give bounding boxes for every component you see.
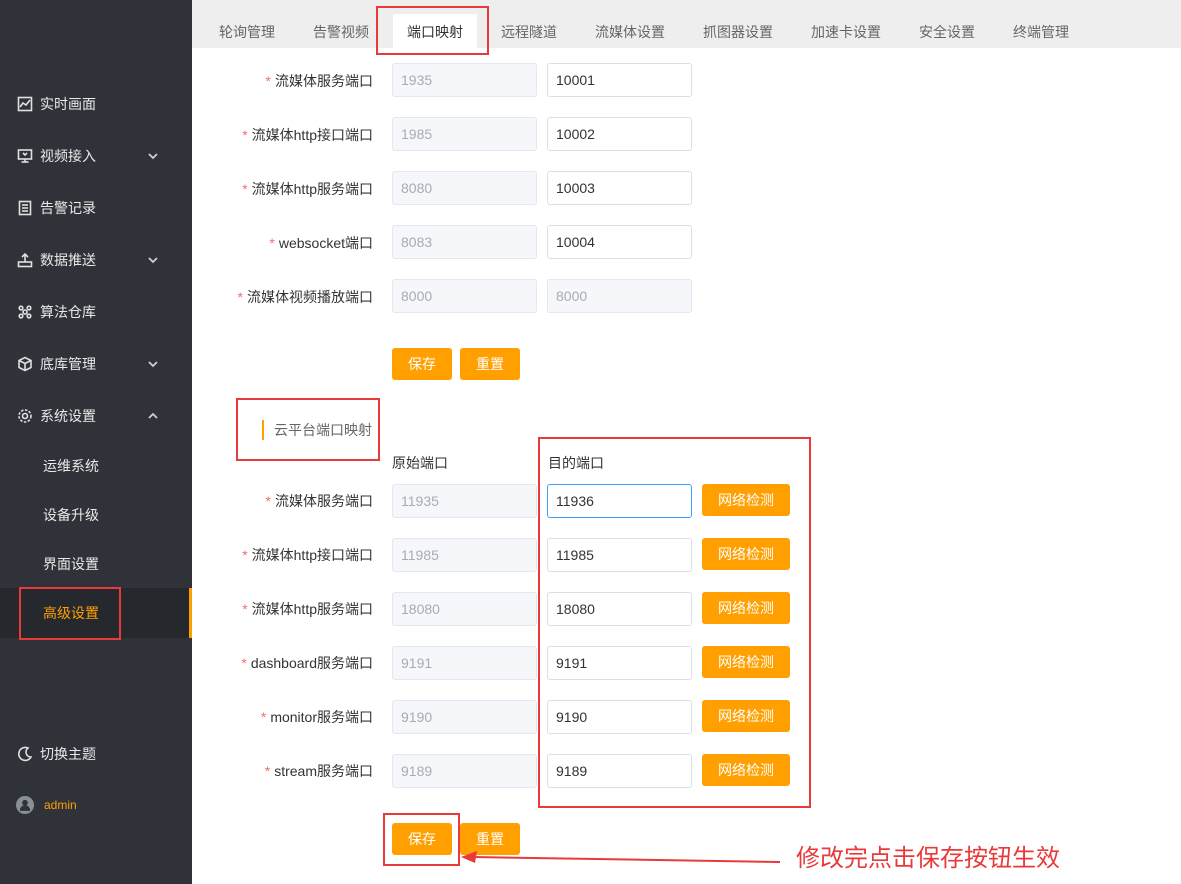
sidebar-item-alarm-records[interactable]: 告警记录: [0, 188, 192, 228]
sidebar-item-system-settings[interactable]: 系统设置: [0, 396, 192, 436]
user-menu[interactable]: admin: [0, 785, 192, 825]
sidebar-item-library[interactable]: 底库管理: [0, 344, 192, 384]
annotation-arrow-icon: [461, 851, 781, 863]
chevron-down-icon: [146, 357, 160, 371]
gear-icon: [16, 407, 34, 425]
sidebar-item-video-access[interactable]: 视频接入: [0, 136, 192, 176]
cube-icon: [16, 355, 34, 373]
username: admin: [44, 798, 77, 812]
sidebar: 实时画面 视频接入 告警记录 数据推送 算法仓库 底库管理 系统设置 运维系统 …: [0, 0, 192, 884]
user-icon: [16, 796, 34, 814]
orig-port-input[interactable]: 9191: [392, 646, 537, 680]
annotation-text: 修改完点击保存按钮生效: [796, 845, 1060, 872]
sidebar-subitem-label: 高级设置: [43, 605, 99, 621]
tab-accelerator[interactable]: 加速卡设置: [797, 14, 895, 48]
orig-port-input[interactable]: 1985: [392, 117, 537, 151]
tab-terminal[interactable]: 终端管理: [999, 14, 1083, 48]
orig-port-input[interactable]: 9190: [392, 700, 537, 734]
orig-port-input[interactable]: 8000: [392, 279, 537, 313]
sidebar-item-label: 数据推送: [40, 252, 96, 268]
theme-toggle[interactable]: 切换主题: [0, 734, 192, 774]
network-check-button[interactable]: 网络检测: [702, 592, 790, 624]
tab-port-mapping[interactable]: 端口映射: [393, 14, 477, 48]
form-label: * 流媒体http服务端口: [242, 601, 373, 617]
target-port-input[interactable]: 9189: [547, 754, 692, 788]
sidebar-item-data-push[interactable]: 数据推送: [0, 240, 192, 280]
form-label: * monitor服务端口: [260, 709, 373, 725]
sidebar-subitem-ops[interactable]: 运维系统: [0, 446, 192, 486]
target-port-input[interactable]: 11936: [547, 484, 692, 518]
network-check-button[interactable]: 网络检测: [702, 646, 790, 678]
sidebar-item-label: 算法仓库: [40, 304, 96, 320]
line-chart-icon: [16, 95, 34, 113]
tab-alarm-video[interactable]: 告警视频: [299, 14, 383, 48]
tab-polling[interactable]: 轮询管理: [205, 14, 289, 48]
sidebar-item-realtime[interactable]: 实时画面: [0, 84, 192, 124]
target-port-input[interactable]: 18080: [547, 592, 692, 626]
sidebar-subitem-label: 界面设置: [43, 556, 99, 572]
sidebar-item-label: 实时画面: [40, 96, 96, 112]
reset-button[interactable]: 重置: [460, 348, 520, 380]
avatar: [16, 796, 34, 814]
orig-port-input[interactable]: 8080: [392, 171, 537, 205]
target-port-input[interactable]: 10001: [547, 63, 692, 97]
column-header-target: 目的端口: [548, 455, 604, 471]
chevron-up-icon: [146, 409, 160, 423]
save-button[interactable]: 保存: [392, 823, 452, 855]
monitor-icon: [16, 147, 34, 165]
form-label: * 流媒体服务端口: [265, 493, 373, 509]
form-label: * 流媒体http接口端口: [242, 127, 373, 143]
orig-port-input[interactable]: 8083: [392, 225, 537, 259]
tab-security[interactable]: 安全设置: [905, 14, 989, 48]
sidebar-subitem-upgrade[interactable]: 设备升级: [0, 495, 192, 535]
target-port-input[interactable]: 10002: [547, 117, 692, 151]
sidebar-subitem-ui-settings[interactable]: 界面设置: [0, 544, 192, 584]
target-port-input[interactable]: 9191: [547, 646, 692, 680]
tab-snapshot[interactable]: 抓图器设置: [689, 14, 787, 48]
sidebar-item-label: 告警记录: [40, 200, 96, 216]
target-port-input[interactable]: 10004: [547, 225, 692, 259]
save-button[interactable]: 保存: [392, 348, 452, 380]
orig-port-input[interactable]: 9189: [392, 754, 537, 788]
tab-streaming[interactable]: 流媒体设置: [581, 14, 679, 48]
network-check-button[interactable]: 网络检测: [702, 484, 790, 516]
cluster-icon: [16, 303, 34, 321]
network-check-button[interactable]: 网络检测: [702, 700, 790, 732]
sidebar-item-label: 系统设置: [40, 408, 96, 424]
orig-port-input[interactable]: 1935: [392, 63, 537, 97]
document-icon: [16, 199, 34, 217]
sidebar-subitem-label: 设备升级: [43, 507, 99, 523]
form-label: * 流媒体服务端口: [265, 73, 373, 89]
chevron-down-icon: [146, 253, 160, 267]
orig-port-input[interactable]: 11935: [392, 484, 537, 518]
tab-remote-tunnel[interactable]: 远程隧道: [487, 14, 571, 48]
section-title: 云平台端口映射: [262, 420, 372, 440]
target-port-input[interactable]: 11985: [547, 538, 692, 572]
orig-port-input[interactable]: 11985: [392, 538, 537, 572]
sidebar-subitem-label: 运维系统: [43, 458, 99, 474]
tab-bar: 轮询管理 告警视频 端口映射 远程隧道 流媒体设置 抓图器设置 加速卡设置 安全…: [192, 0, 1181, 48]
form-label: * 流媒体http接口端口: [242, 547, 373, 563]
column-header-orig: 原始端口: [392, 455, 448, 471]
orig-port-input[interactable]: 18080: [392, 592, 537, 626]
sidebar-item-label: 底库管理: [40, 356, 96, 372]
sidebar-subitem-advanced[interactable]: 高级设置: [0, 588, 192, 638]
form-label: * websocket端口: [269, 235, 373, 251]
moon-icon: [16, 745, 34, 763]
theme-label: 切换主题: [40, 746, 96, 762]
sidebar-item-algorithm-store[interactable]: 算法仓库: [0, 292, 192, 332]
target-port-input[interactable]: 10003: [547, 171, 692, 205]
form-label: * 流媒体视频播放端口: [237, 289, 373, 305]
form-label: * dashboard服务端口: [241, 655, 373, 671]
chevron-down-icon: [146, 149, 160, 163]
sidebar-item-label: 视频接入: [40, 148, 96, 164]
target-port-input[interactable]: 8000: [547, 279, 692, 313]
network-check-button[interactable]: 网络检测: [702, 538, 790, 570]
upload-icon: [16, 251, 34, 269]
form-label: * stream服务端口: [264, 763, 373, 779]
network-check-button[interactable]: 网络检测: [702, 754, 790, 786]
form-label: * 流媒体http服务端口: [242, 181, 373, 197]
target-port-input[interactable]: 9190: [547, 700, 692, 734]
